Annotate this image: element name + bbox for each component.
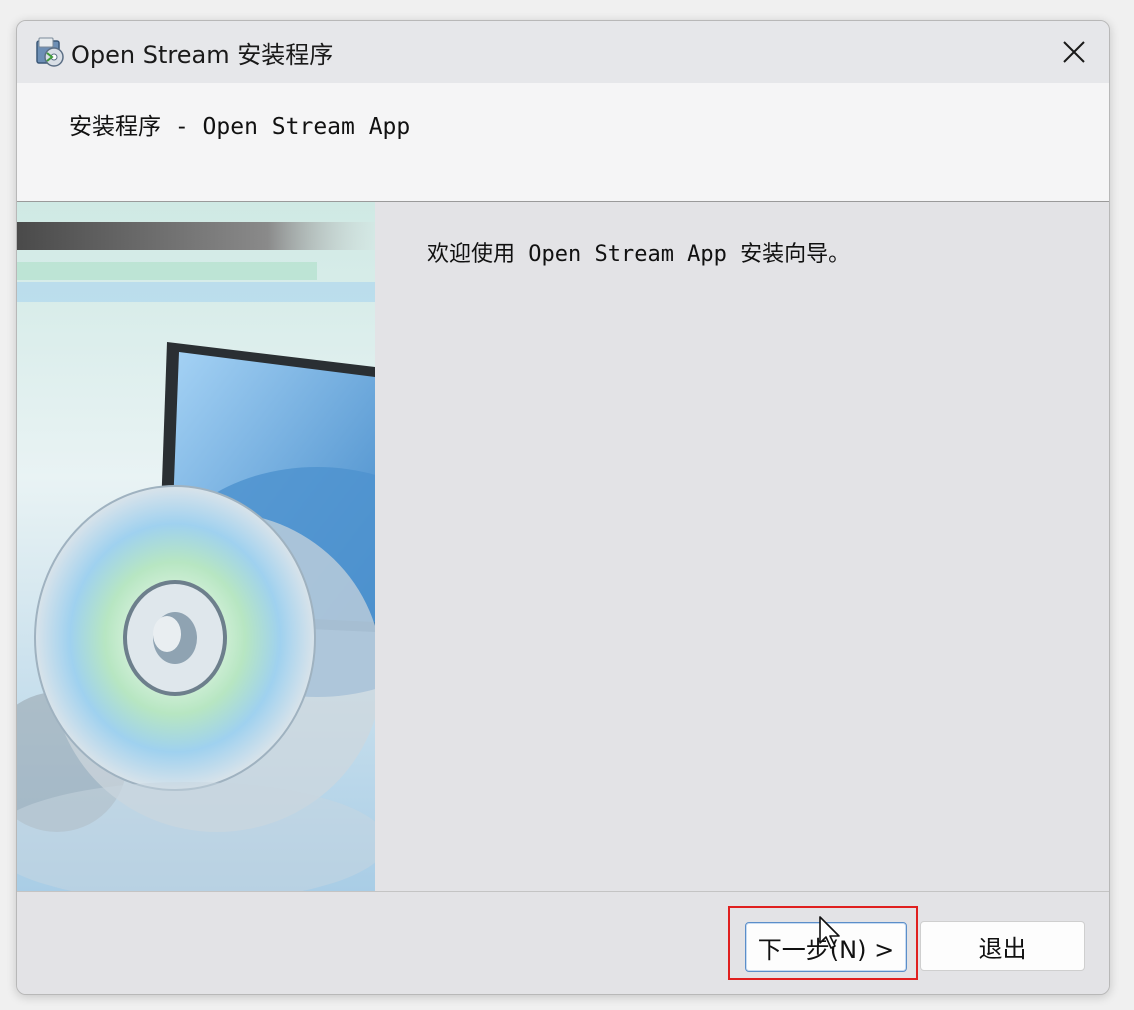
exit-button[interactable]: 退出 xyxy=(920,921,1085,971)
window-title: Open Stream 安装程序 xyxy=(71,41,334,69)
wizard-header-title: 安装程序 - Open Stream App xyxy=(69,114,411,140)
welcome-message: 欢迎使用 Open Stream App 安装向导。 xyxy=(427,242,851,267)
wizard-header: 安装程序 - Open Stream App xyxy=(17,83,1109,202)
close-button[interactable] xyxy=(1039,21,1109,83)
wizard-body: 欢迎使用 Open Stream App 安装向导。 xyxy=(17,202,1109,891)
installer-package-icon xyxy=(36,37,64,67)
next-button[interactable]: 下一步(N) > xyxy=(745,922,907,972)
wizard-footer: 下一步(N) > 退出 xyxy=(17,891,1109,994)
installer-dialog: Open Stream 安装程序 安装程序 - Open Stream App xyxy=(16,20,1110,995)
side-illustration-svg xyxy=(17,202,375,891)
close-icon xyxy=(1063,41,1085,63)
cd-disc-monitor-illustration xyxy=(17,202,375,891)
title-bar[interactable]: Open Stream 安装程序 xyxy=(17,21,1109,83)
